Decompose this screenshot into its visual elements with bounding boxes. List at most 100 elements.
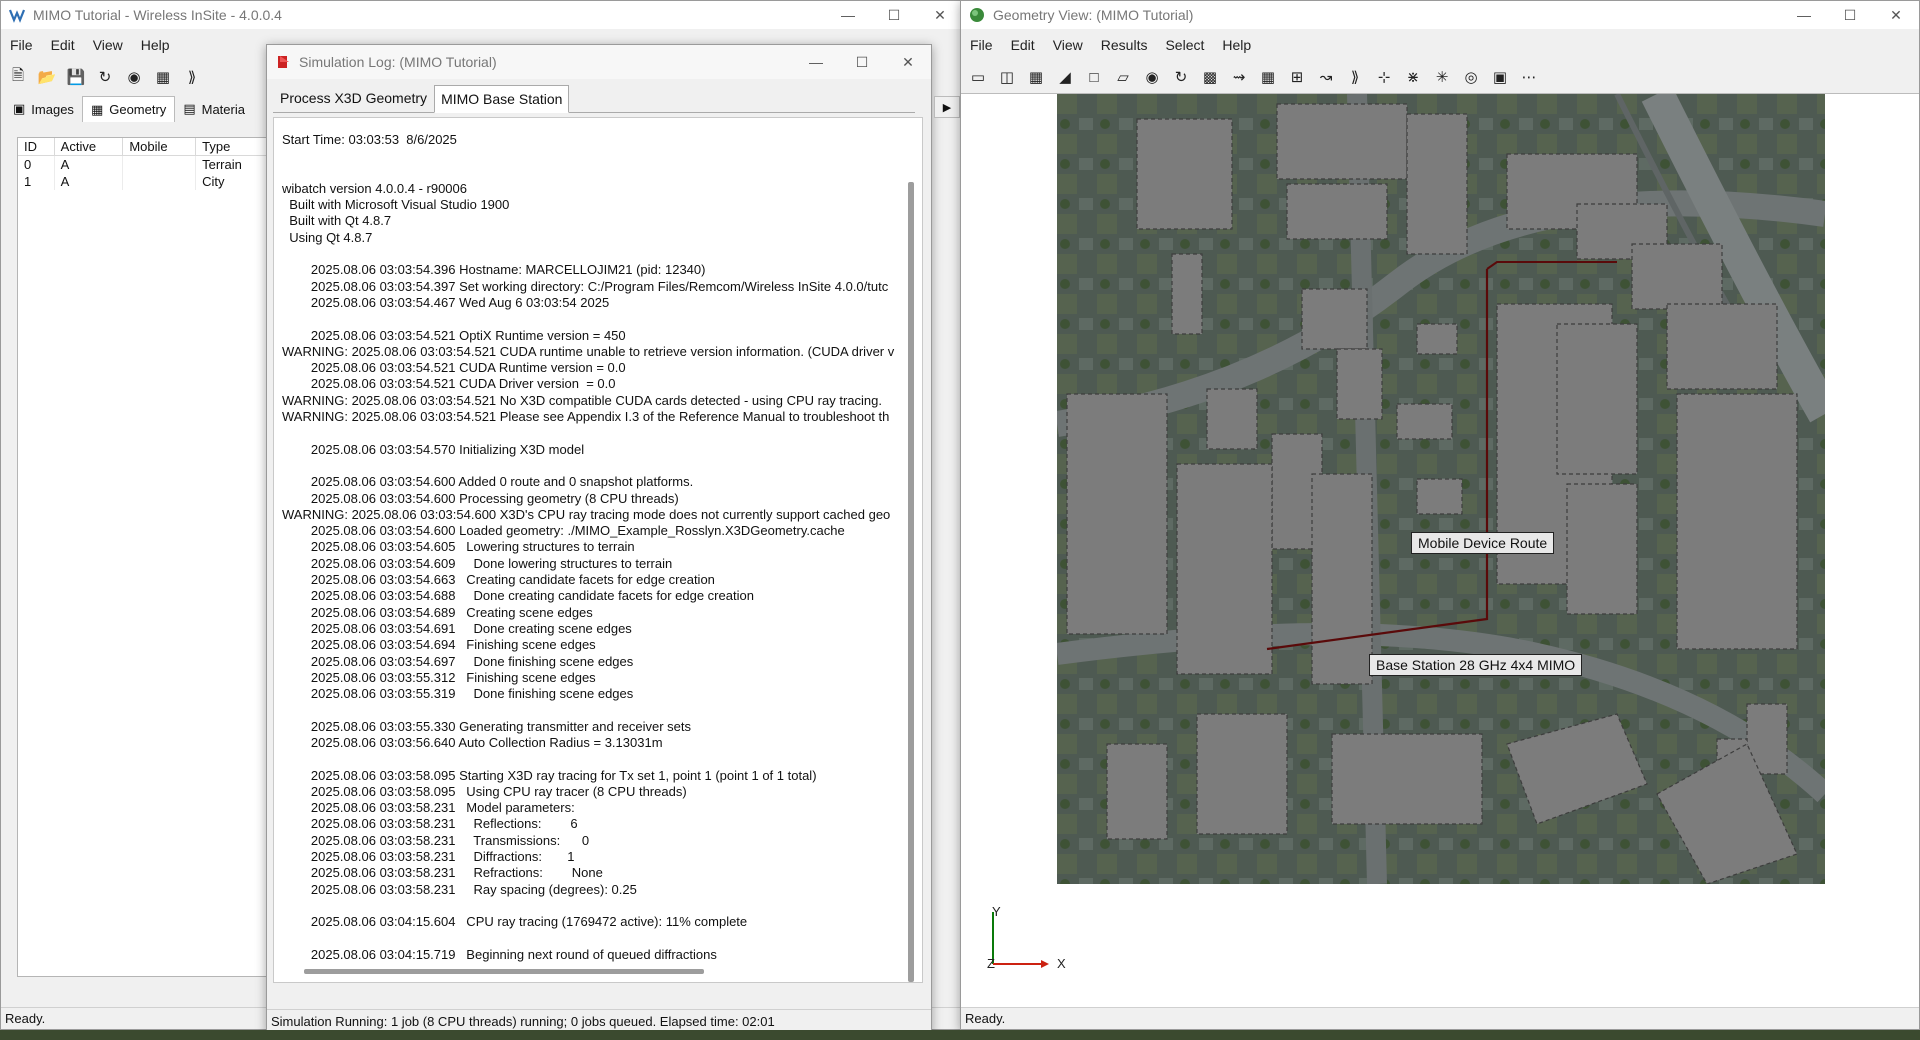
new-file-icon[interactable]: 🗎: [5, 64, 31, 90]
geo-menu-help[interactable]: Help: [1213, 37, 1260, 53]
layers-icon[interactable]: ▣: [1487, 64, 1513, 90]
globe-app-icon: [969, 7, 985, 23]
hierarchy-icon[interactable]: ▦: [150, 64, 176, 90]
globe-icon[interactable]: ◉: [121, 64, 147, 90]
table-row[interactable]: 0 A Terrain: [18, 155, 271, 173]
log-text: Start Time: 03:03:53 8/6/2025 wibatch ve…: [282, 132, 895, 962]
geo-titlebar[interactable]: Geometry View: (MIMO Tutorial) — ☐ ✕: [961, 1, 1919, 29]
base-station-label[interactable]: Base Station 28 GHz 4x4 MIMO: [1369, 654, 1583, 676]
aerial-map[interactable]: Mobile Device Route Base Station 28 GHz …: [1057, 94, 1825, 884]
save-icon[interactable]: 💾: [63, 64, 89, 90]
minimize-icon: —: [809, 54, 823, 70]
minimize-icon: —: [841, 7, 855, 23]
log-status-text: Simulation Running: 1 job (8 CPU threads…: [271, 1014, 775, 1029]
geo-window-title: Geometry View: (MIMO Tutorial): [993, 7, 1194, 23]
antenna-pattern-icon[interactable]: ⋇: [1400, 64, 1426, 90]
maximize-icon: ☐: [887, 6, 901, 23]
column-type[interactable]: Type: [195, 138, 271, 156]
axis-icon[interactable]: ⊞: [1284, 64, 1310, 90]
geometry-viewport[interactable]: Mobile Device Route Base Station 28 GHz …: [961, 93, 1919, 1008]
geo-status-text: Ready.: [965, 1011, 1006, 1026]
log-vertical-scrollbar[interactable]: [908, 182, 914, 982]
geometry-view-window: Geometry View: (MIMO Tutorial) — ☐ ✕ Fil…: [960, 0, 1920, 1030]
menu-file[interactable]: File: [1, 37, 42, 53]
cell-id: 0: [18, 155, 55, 173]
cube-view-icon[interactable]: ▭: [965, 64, 991, 90]
geo-menu-select[interactable]: Select: [1156, 37, 1213, 53]
camera-icon[interactable]: ◉: [1139, 64, 1165, 90]
log-titlebar[interactable]: Simulation Log: (MIMO Tutorial) — ☐ ✕: [267, 45, 931, 79]
tab-images-label: Images: [31, 101, 74, 117]
close-icon: ✕: [1890, 6, 1902, 23]
open-folder-icon[interactable]: 📂: [34, 64, 60, 90]
cell-type: Terrain: [195, 155, 271, 173]
simulation-log-window: Simulation Log: (MIMO Tutorial) — ☐ ✕ Pr…: [266, 44, 932, 1034]
main-tabs: ▣ Images ▦ Geometry ▤ Materia: [5, 95, 253, 123]
close-button[interactable]: ✕: [917, 1, 963, 29]
more-tools-icon[interactable]: ⋯: [1516, 64, 1542, 90]
desktop-strip: [0, 1030, 1920, 1040]
menu-edit[interactable]: Edit: [42, 37, 84, 53]
log-close-button[interactable]: ✕: [885, 45, 931, 79]
cell-type: City: [195, 172, 271, 190]
transmitter-icon[interactable]: ⟫: [1342, 64, 1368, 90]
tab-scroll-right-button[interactable]: ▶: [934, 96, 960, 118]
cube-iso-icon[interactable]: ◫: [994, 64, 1020, 90]
grid-icon[interactable]: ▦: [1255, 64, 1281, 90]
rotate-icon[interactable]: ↻: [1168, 64, 1194, 90]
column-id[interactable]: ID: [18, 138, 55, 156]
probe-icon[interactable]: ◎: [1458, 64, 1484, 90]
log-maximize-button[interactable]: ☐: [839, 45, 885, 79]
sparkle-icon[interactable]: ✳: [1429, 64, 1455, 90]
route-icon[interactable]: ↝: [1313, 64, 1339, 90]
side-view-icon[interactable]: ▱: [1110, 64, 1136, 90]
geometry-icon: ▦: [90, 101, 104, 117]
axis-y-label: Y: [992, 904, 1001, 919]
cell-mobile: [122, 172, 197, 190]
menu-help[interactable]: Help: [132, 37, 179, 53]
antenna-icon[interactable]: ⟫: [179, 64, 205, 90]
shade-icon[interactable]: ▩: [1197, 64, 1223, 90]
minimize-button[interactable]: —: [825, 1, 871, 29]
receiver-icon[interactable]: ⊹: [1371, 64, 1397, 90]
geo-menu-view[interactable]: View: [1044, 37, 1092, 53]
cell-id: 1: [18, 172, 55, 190]
geo-menu-file[interactable]: File: [961, 37, 1002, 53]
log-horizontal-scrollbar[interactable]: [304, 969, 704, 974]
front-view-icon[interactable]: □: [1081, 64, 1107, 90]
text-view-icon[interactable]: ▦: [1023, 64, 1049, 90]
tab-images[interactable]: ▣ Images: [5, 96, 82, 122]
log-app-icon: [275, 54, 291, 70]
cell-mobile: [122, 155, 197, 173]
refresh-icon[interactable]: ↻: [92, 64, 118, 90]
geometry-table: ID Active Mobile Type 0 A Terrain 1 A Ci…: [17, 137, 272, 977]
geo-menu-edit[interactable]: Edit: [1002, 37, 1044, 53]
log-text-area[interactable]: Start Time: 03:03:53 8/6/2025 wibatch ve…: [273, 117, 923, 983]
maximize-icon: ☐: [1843, 6, 1857, 23]
main-titlebar[interactable]: MIMO Tutorial - Wireless InSite - 4.0.0.…: [1, 1, 963, 29]
geo-maximize-button[interactable]: ☐: [1827, 1, 1873, 29]
column-active[interactable]: Active: [54, 138, 124, 156]
route-label[interactable]: Mobile Device Route: [1411, 532, 1555, 554]
materials-icon: ▤: [183, 101, 196, 116]
maximize-button[interactable]: ☐: [871, 1, 917, 29]
axis-x-label: X: [1057, 956, 1066, 971]
geo-minimize-button[interactable]: —: [1781, 1, 1827, 29]
tab-mimo-base-station[interactable]: MIMO Base Station: [434, 85, 570, 113]
geo-close-button[interactable]: ✕: [1873, 1, 1919, 29]
chart-icon[interactable]: ⇝: [1226, 64, 1252, 90]
geo-toolbar: ▭ ◫ ▦ ◢ □ ▱ ◉ ↻ ▩ ⇝ ▦ ⊞ ↝ ⟫ ⊹ ⋇ ✳ ◎ ▣ ⋯: [961, 61, 1919, 93]
table-row[interactable]: 1 A City: [18, 172, 271, 190]
column-mobile[interactable]: Mobile: [122, 138, 197, 156]
solid-view-icon[interactable]: ◢: [1052, 64, 1078, 90]
axis-z-label: Z: [987, 956, 995, 971]
geo-menu-results[interactable]: Results: [1092, 37, 1157, 53]
tab-materials[interactable]: ▤ Materia: [175, 96, 253, 122]
cell-active: A: [54, 172, 124, 190]
menu-view[interactable]: View: [84, 37, 132, 53]
log-minimize-button[interactable]: —: [793, 45, 839, 79]
tab-process-x3d-geometry[interactable]: Process X3D Geometry: [273, 84, 434, 112]
log-tabs: Process X3D Geometry MIMO Base Station: [273, 85, 915, 113]
city-geometry: [1057, 94, 1825, 884]
tab-geometry[interactable]: ▦ Geometry: [81, 96, 176, 122]
